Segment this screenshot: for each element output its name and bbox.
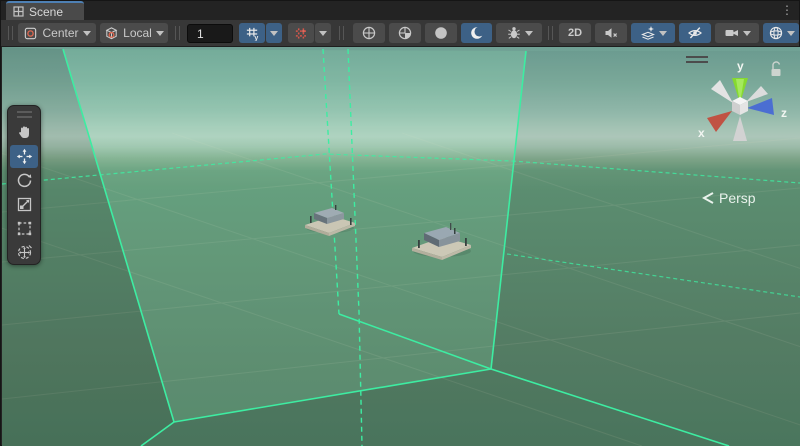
camera-settings-dropdown[interactable] (715, 23, 759, 43)
scene-view-window: Scene ⋮ Center Local (0, 0, 800, 446)
cube-local-icon (104, 26, 119, 41)
grid-y-icon: y (245, 26, 260, 41)
pivot-mode-label: Center (41, 26, 79, 40)
draw-mode-wireframe-button[interactable] (353, 23, 385, 43)
increment-snap-button[interactable] (288, 23, 314, 43)
scale-tool-button[interactable] (10, 193, 38, 216)
tab-scene[interactable]: Scene (6, 1, 84, 20)
shaded-sphere-icon (397, 25, 413, 41)
wireframe-sphere-icon (361, 25, 377, 41)
chevron-left-icon (702, 190, 715, 206)
tab-title: Scene (29, 5, 63, 19)
kebab-menu-icon[interactable]: ⋮ (781, 3, 793, 18)
scene-viewport[interactable]: y x z Persp (2, 47, 800, 446)
camera-icon (724, 25, 740, 41)
gizmo-neutral-cone[interactable] (746, 86, 768, 102)
toolbar-separator (175, 26, 180, 40)
tab-bar: Scene ⋮ (1, 1, 799, 20)
transform-combined-icon (16, 244, 33, 261)
speaker-muted-icon (603, 25, 619, 41)
audio-toggle-button[interactable] (595, 23, 627, 43)
scene-toolbar: Center Local y (1, 20, 799, 47)
draw-mode-solid-button[interactable] (425, 23, 457, 43)
pivot-center-icon (23, 26, 38, 41)
rotation-mode-label: Local (122, 26, 153, 40)
grid-snap-toggle[interactable]: y (239, 23, 265, 43)
orientation-gizmo[interactable]: y x z (680, 53, 800, 173)
mode-2d-button[interactable]: 2D (559, 23, 591, 43)
transform-tool-button[interactable] (10, 241, 38, 264)
tools-drag-handle[interactable] (17, 111, 32, 118)
scene-lighting-toggle[interactable] (461, 23, 492, 43)
chevron-down-icon (659, 31, 667, 36)
toolbar-separator (548, 26, 553, 40)
increment-snap-dropdown[interactable] (315, 23, 331, 43)
grid-snap-dropdown[interactable] (266, 23, 282, 43)
pivot-mode-dropdown[interactable]: Center (18, 23, 96, 43)
hand-tool-button[interactable] (10, 121, 38, 144)
rotate-tool-button[interactable] (10, 169, 38, 192)
rotate-circle-icon (16, 172, 33, 189)
chevron-down-icon (787, 31, 795, 36)
solid-circle-icon (433, 25, 449, 41)
projection-toggle[interactable]: Persp (702, 190, 756, 206)
hand-icon (16, 124, 33, 141)
debug-mode-dropdown[interactable] (496, 23, 542, 43)
gizmo-globe-icon (768, 25, 784, 41)
scene-visibility-toggle[interactable] (679, 23, 711, 43)
grid-icon (13, 6, 24, 17)
gizmo-neutral-cone[interactable] (733, 116, 747, 141)
gizmo-z-axis-cone[interactable] (747, 98, 774, 115)
move-arrows-icon (16, 148, 33, 165)
projection-label: Persp (719, 190, 756, 206)
toolbar-separator (339, 26, 344, 40)
unlocked-padlock-icon[interactable] (772, 62, 781, 76)
red-snap-grid-icon (294, 26, 309, 41)
axis-z-label: z (781, 106, 787, 120)
effects-layers-icon (640, 25, 656, 41)
gizmo-neutral-cone[interactable] (711, 80, 733, 103)
move-tool-button[interactable] (10, 145, 38, 168)
gizmos-dropdown[interactable] (763, 23, 799, 43)
rotation-mode-dropdown[interactable]: Local (100, 23, 168, 43)
effects-dropdown[interactable] (631, 23, 675, 43)
chevron-down-icon (743, 31, 751, 36)
chevron-down-icon (156, 31, 164, 36)
crescent-moon-icon (469, 25, 485, 41)
rect-tool-button[interactable] (10, 217, 38, 240)
axis-y-label: y (737, 59, 744, 73)
chevron-down-icon (525, 31, 533, 36)
eye-slash-icon (687, 25, 703, 41)
chevron-down-icon (319, 31, 327, 36)
svg-text:y: y (254, 35, 258, 41)
scale-icon (16, 196, 33, 213)
mode-2d-label: 2D (568, 27, 582, 39)
bug-icon (506, 25, 522, 41)
draw-mode-shaded-button[interactable] (389, 23, 421, 43)
rect-dashed-icon (16, 220, 33, 237)
tools-overlay (7, 105, 41, 265)
chevron-down-icon (83, 31, 91, 36)
toolbar-separator (8, 26, 13, 40)
gizmo-x-axis-cone[interactable] (707, 111, 732, 132)
axis-x-label: x (698, 126, 705, 140)
chevron-down-icon (270, 31, 278, 36)
snap-increment-input[interactable] (187, 24, 233, 43)
gizmo-center-cube[interactable] (732, 97, 748, 115)
